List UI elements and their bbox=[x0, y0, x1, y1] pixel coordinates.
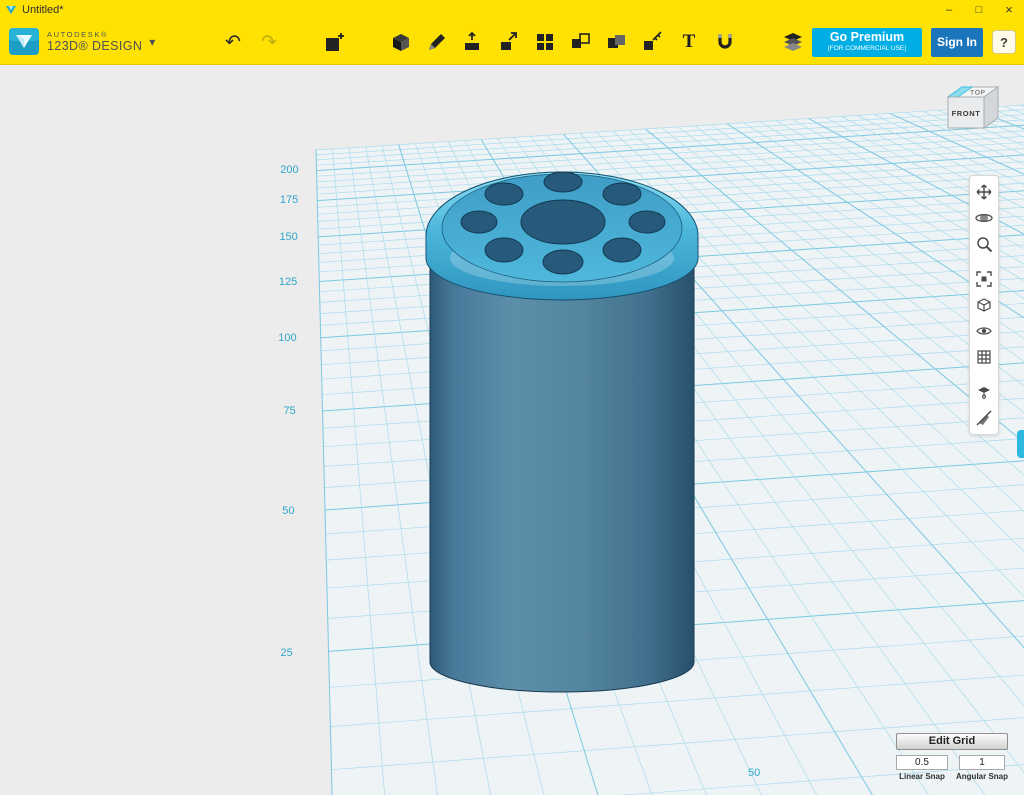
zoom-icon bbox=[977, 237, 993, 253]
combine-button[interactable] bbox=[604, 28, 630, 56]
material-nav-button[interactable] bbox=[971, 379, 997, 405]
fit-view-icon bbox=[976, 271, 992, 287]
edit-grid-button[interactable]: Edit Grid bbox=[896, 732, 1008, 750]
four-squares-icon bbox=[537, 34, 553, 50]
text-tool-button[interactable]: T bbox=[676, 28, 702, 56]
go-premium-button[interactable]: Go Premium (FOR COMMERCIAL USE) bbox=[812, 27, 922, 57]
redo-button[interactable]: ↷ bbox=[256, 28, 282, 56]
orbit-button[interactable] bbox=[971, 205, 997, 231]
visibility-button[interactable] bbox=[971, 318, 997, 344]
fit-view-button[interactable] bbox=[971, 266, 997, 292]
eye-icon bbox=[976, 327, 992, 335]
construct-button[interactable] bbox=[460, 28, 486, 56]
pan-icon bbox=[976, 184, 992, 200]
zoom-button[interactable] bbox=[971, 231, 997, 257]
view-cube-front-label: FRONT bbox=[952, 109, 981, 118]
brand-block: AUTODESK® 123D® DESIGN ▾ bbox=[0, 27, 186, 57]
shaded-view-button[interactable] bbox=[971, 292, 997, 318]
help-button[interactable]: ? bbox=[992, 30, 1016, 54]
go-premium-sublabel: (FOR COMMERCIAL USE) bbox=[827, 44, 907, 52]
close-button[interactable]: × bbox=[994, 0, 1024, 20]
view-cube-top-label: TOP bbox=[970, 90, 986, 97]
grid-axis-label-x: 50 bbox=[748, 767, 761, 779]
123d-logo-icon bbox=[9, 28, 39, 55]
box-arrow-icon bbox=[501, 32, 517, 50]
panel-flyout-tab[interactable] bbox=[1017, 430, 1024, 458]
primitives-button[interactable] bbox=[388, 28, 414, 56]
shaded-view-icon bbox=[977, 298, 991, 312]
cylinder-body[interactable] bbox=[429, 258, 695, 693]
edit-grid-panel: Edit Grid Linear Snap Angular Snap bbox=[896, 731, 1008, 781]
app-window: Untitled* – □ × AUTODESK® 123D® DESIGN ▾… bbox=[0, 0, 1024, 795]
linear-snap-input[interactable] bbox=[896, 754, 948, 770]
grid-toggle-button[interactable] bbox=[971, 344, 997, 370]
magnet-icon bbox=[718, 34, 732, 49]
maximize-button[interactable]: □ bbox=[964, 0, 994, 20]
model-cylinder[interactable] bbox=[412, 162, 712, 718]
angular-snap-label: Angular Snap bbox=[956, 771, 1009, 781]
brand-line1: AUTODESK® bbox=[47, 29, 109, 39]
pan-button[interactable] bbox=[971, 179, 997, 205]
window-title: Untitled* bbox=[22, 4, 64, 16]
view-cube[interactable]: TOP FRONT bbox=[938, 80, 1008, 145]
layers-icon bbox=[784, 33, 802, 51]
sketch-button[interactable] bbox=[424, 28, 450, 56]
snap-button[interactable] bbox=[712, 28, 738, 56]
brand-line2: 123D® DESIGN bbox=[47, 39, 143, 54]
material-drop-icon bbox=[978, 387, 990, 399]
titlebar: Untitled* – □ × bbox=[0, 0, 1024, 20]
main-toolbar: AUTODESK® 123D® DESIGN ▾ ↶ ↷ T Go Premiu… bbox=[0, 20, 1024, 65]
pattern-button[interactable] bbox=[532, 28, 558, 56]
square-plus-icon bbox=[326, 33, 344, 51]
center-hole bbox=[520, 199, 606, 245]
box-ruler-icon bbox=[644, 31, 662, 50]
orbit-icon bbox=[975, 213, 993, 223]
pencil-slash-icon bbox=[976, 410, 992, 426]
linear-snap-label: Linear Snap bbox=[899, 771, 945, 781]
sign-in-button[interactable]: Sign In bbox=[931, 27, 983, 57]
main-menu-chevron[interactable]: ▾ bbox=[149, 35, 155, 49]
3d-viewport[interactable]: 200 175 150 125 100 75 50 25 50 TOP FRON… bbox=[0, 65, 1024, 795]
undo-button[interactable]: ↶ bbox=[220, 28, 246, 56]
material-button[interactable] bbox=[780, 28, 806, 56]
overlapping-boxes-icon bbox=[608, 35, 625, 48]
navigation-toolbar bbox=[969, 175, 999, 435]
angular-snap-input[interactable] bbox=[959, 754, 1005, 770]
minimize-button[interactable]: – bbox=[934, 0, 964, 20]
grid-toggle-icon bbox=[977, 350, 991, 364]
measure-button[interactable] bbox=[640, 28, 666, 56]
pencil-icon bbox=[429, 34, 445, 50]
two-boxes-icon bbox=[572, 33, 590, 48]
modify-button[interactable] bbox=[496, 28, 522, 56]
go-premium-label: Go Premium bbox=[829, 30, 905, 45]
transform-button[interactable] bbox=[322, 28, 348, 56]
sketch-visibility-button[interactable] bbox=[971, 405, 997, 431]
cube-icon bbox=[393, 34, 409, 51]
extrude-arrow-icon bbox=[465, 31, 479, 50]
app-logo-icon bbox=[6, 6, 16, 14]
grouping-button[interactable] bbox=[568, 28, 594, 56]
